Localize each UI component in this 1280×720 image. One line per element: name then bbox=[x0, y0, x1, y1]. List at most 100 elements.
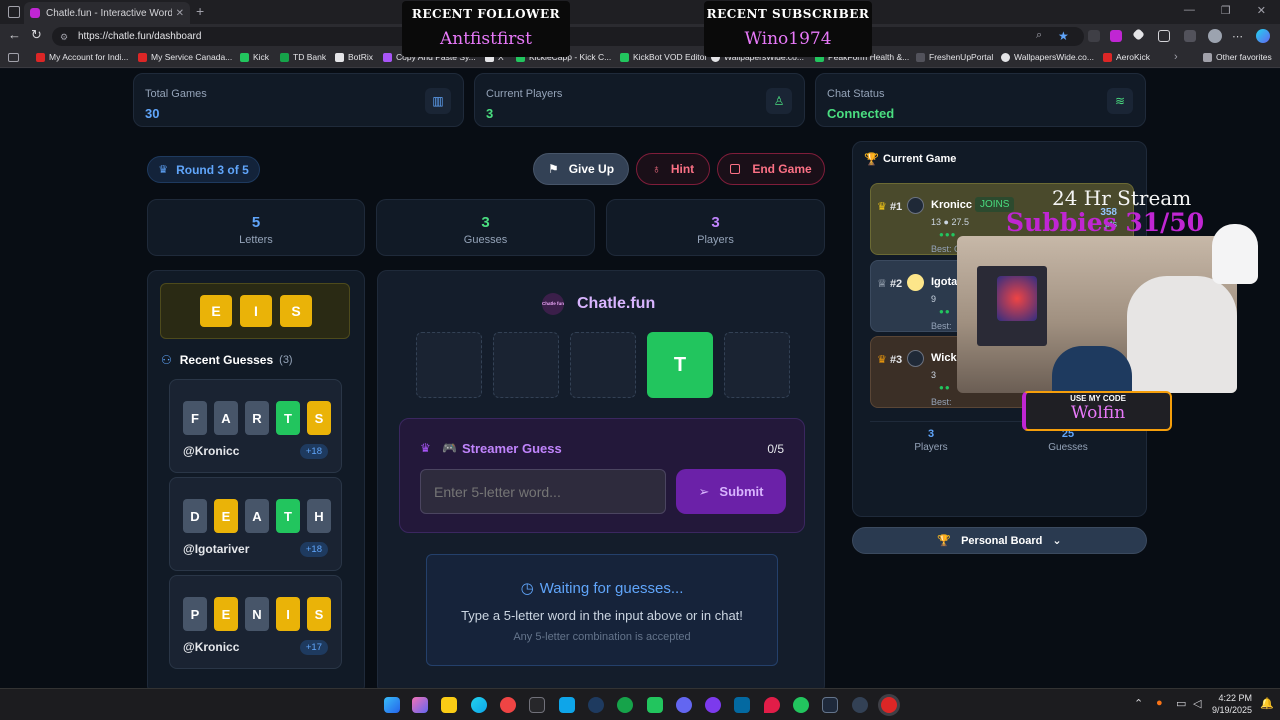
epic-games-icon[interactable] bbox=[529, 697, 545, 713]
guess-username: @Kronicc bbox=[183, 640, 240, 654]
bookmark-item[interactable]: Kick bbox=[240, 52, 269, 62]
bookmark-item[interactable]: TD Bank bbox=[280, 52, 326, 62]
bookmark-item[interactable]: KickBot VOD Editor bbox=[620, 52, 707, 62]
browser-tab[interactable]: Chatle.fun - Interactive Wordle G... ✕ bbox=[24, 2, 190, 24]
app-icon[interactable] bbox=[852, 697, 868, 713]
import-favorites-icon[interactable] bbox=[8, 53, 19, 62]
steam-icon[interactable] bbox=[588, 697, 604, 713]
wifi-icon: ≋ bbox=[1107, 88, 1133, 114]
zoom-icon[interactable]: ⌕ bbox=[1036, 29, 1042, 41]
rank-position: ♛ #1 bbox=[877, 201, 903, 213]
game-board: Chatle fun Chatle.fun T ♛ 🎮 Streamer Gue… bbox=[377, 270, 825, 688]
restore-icon[interactable]: ❐ bbox=[1221, 4, 1231, 17]
guess-letter-tile: N bbox=[245, 597, 269, 631]
creator-code-overlay: USE MY CODE Wolfin bbox=[1022, 391, 1172, 431]
bookmark-star-icon[interactable]: ★ bbox=[1058, 29, 1069, 43]
player-name: Kronicc bbox=[931, 199, 972, 211]
new-tab-icon[interactable]: + bbox=[196, 3, 204, 19]
bookmark-item[interactable]: My Account for Indi... bbox=[36, 52, 128, 62]
give-up-button[interactable]: ⚑ Give Up bbox=[533, 153, 629, 185]
network-icon[interactable]: ▭ bbox=[1176, 697, 1186, 710]
bookmark-item[interactable]: FreshenUpPortal bbox=[916, 52, 993, 62]
davinci-icon[interactable] bbox=[822, 697, 838, 713]
recent-guesses-panel: E I S ⚇ Recent Guesses (3) F A R T S @Kronicc… bbox=[147, 270, 365, 688]
recent-subscriber-heading: RECENT SUBSCRIBER bbox=[706, 7, 870, 21]
spotify-icon[interactable] bbox=[793, 697, 809, 713]
microphone-icon[interactable]: ● bbox=[1156, 697, 1163, 709]
tab-title: Chatle.fun - Interactive Wordle G... bbox=[46, 7, 172, 19]
volume-icon[interactable]: ◁ bbox=[1193, 697, 1201, 710]
extension-icon[interactable] bbox=[1132, 28, 1145, 41]
flag-icon: ⚑ bbox=[547, 162, 559, 176]
app-icon[interactable] bbox=[559, 697, 575, 713]
vivaldi-icon[interactable] bbox=[500, 697, 516, 713]
reload-icon[interactable]: ↻ bbox=[31, 27, 42, 43]
bookmark-item[interactable]: My Service Canada... bbox=[138, 52, 232, 62]
hint-button[interactable]: ♁ Hint bbox=[636, 153, 710, 185]
personal-board-button[interactable]: 🏆 Personal Board ⌄ bbox=[852, 527, 1147, 554]
waiting-subtext: Any 5-letter combination is accepted bbox=[513, 631, 691, 643]
trophy-icon: 🏆 bbox=[864, 152, 879, 166]
maps-icon[interactable] bbox=[764, 697, 780, 713]
edge-icon[interactable] bbox=[471, 697, 487, 713]
minecraft-icon[interactable] bbox=[647, 697, 663, 713]
back-icon[interactable]: ← bbox=[8, 27, 21, 42]
guess-card: F A R T S @Kronicc +18 bbox=[169, 379, 342, 473]
streamer-guess-title: Streamer Guess bbox=[462, 441, 562, 456]
copilot-icon[interactable] bbox=[412, 697, 428, 713]
bookmark-item[interactable]: BotRix bbox=[335, 52, 373, 62]
xbox-icon[interactable] bbox=[617, 697, 633, 713]
letters-metric: 5 Letters bbox=[147, 199, 365, 256]
time: 4:22 PM bbox=[1218, 693, 1252, 703]
app-icon[interactable] bbox=[734, 697, 750, 713]
waiting-title-row: ◷ Waiting for guesses... bbox=[427, 579, 777, 597]
guesses-label: Guesses bbox=[463, 234, 508, 246]
profile-avatar[interactable] bbox=[1208, 29, 1222, 43]
guess-letter-tile: A bbox=[245, 499, 269, 533]
guess-points-badge: +18 bbox=[299, 444, 328, 459]
other-favorites[interactable]: Other favorites bbox=[1203, 52, 1272, 62]
crown-icon: ♛ bbox=[420, 441, 431, 455]
waiting-text: Type a 5-letter word in the input above … bbox=[461, 608, 743, 623]
personal-board-label: Personal Board bbox=[961, 534, 1043, 547]
guess-username: @Igotariver bbox=[183, 542, 250, 556]
chevron-up-icon[interactable]: ⌃ bbox=[1134, 697, 1143, 710]
player-meta: 3 bbox=[931, 370, 937, 380]
ghost-icon bbox=[1212, 224, 1258, 284]
bookmark-item[interactable]: AeroKick bbox=[1103, 52, 1150, 62]
copilot-icon[interactable] bbox=[1256, 29, 1270, 43]
discord-icon[interactable] bbox=[676, 697, 692, 713]
letters-label: Letters bbox=[239, 234, 273, 246]
notifications-icon[interactable]: 🔔 bbox=[1260, 697, 1274, 710]
round-label: Round 3 of 5 bbox=[176, 162, 249, 177]
subbies-goal-overlay: Subbies 31/50 bbox=[1006, 208, 1205, 237]
guess-letter-tile: R bbox=[245, 401, 269, 435]
avatar bbox=[907, 197, 924, 214]
hint-label: Hint bbox=[670, 162, 695, 176]
letter-slot bbox=[493, 332, 559, 398]
extensions-puzzle-icon[interactable] bbox=[1158, 30, 1170, 42]
close-tab-icon[interactable]: ✕ bbox=[176, 8, 184, 19]
extension-icon[interactable] bbox=[1088, 30, 1100, 42]
bookmark-item[interactable]: WallpapersWide.co... bbox=[1001, 52, 1094, 62]
users-icon: ⚇ bbox=[161, 353, 172, 367]
tab-actions-icon[interactable] bbox=[8, 6, 20, 18]
more-menu-icon[interactable]: ⋯ bbox=[1232, 30, 1243, 43]
obs-icon[interactable] bbox=[881, 697, 897, 713]
end-game-button[interactable]: End Game bbox=[717, 153, 825, 185]
word-input[interactable] bbox=[420, 469, 666, 514]
close-window-icon[interactable]: ✕ bbox=[1257, 4, 1266, 17]
start-icon[interactable] bbox=[384, 697, 400, 713]
minimize-icon[interactable]: — bbox=[1184, 4, 1195, 17]
summary-players: 3 Players bbox=[893, 428, 969, 453]
clock[interactable]: 4:22 PM 9/19/2025 bbox=[1212, 693, 1252, 715]
file-explorer-icon[interactable] bbox=[441, 697, 457, 713]
chevron-right-icon[interactable]: › bbox=[1174, 51, 1178, 63]
site-info-icon[interactable]: ⚙ bbox=[60, 32, 70, 42]
progress-dots: ●● bbox=[939, 383, 951, 392]
submit-button[interactable]: ➢ Submit bbox=[676, 469, 786, 514]
favorites-icon[interactable] bbox=[1184, 30, 1196, 42]
extension-icon[interactable] bbox=[1110, 30, 1122, 42]
players-metric: 3 Players bbox=[606, 199, 825, 256]
app-icon[interactable] bbox=[705, 697, 721, 713]
